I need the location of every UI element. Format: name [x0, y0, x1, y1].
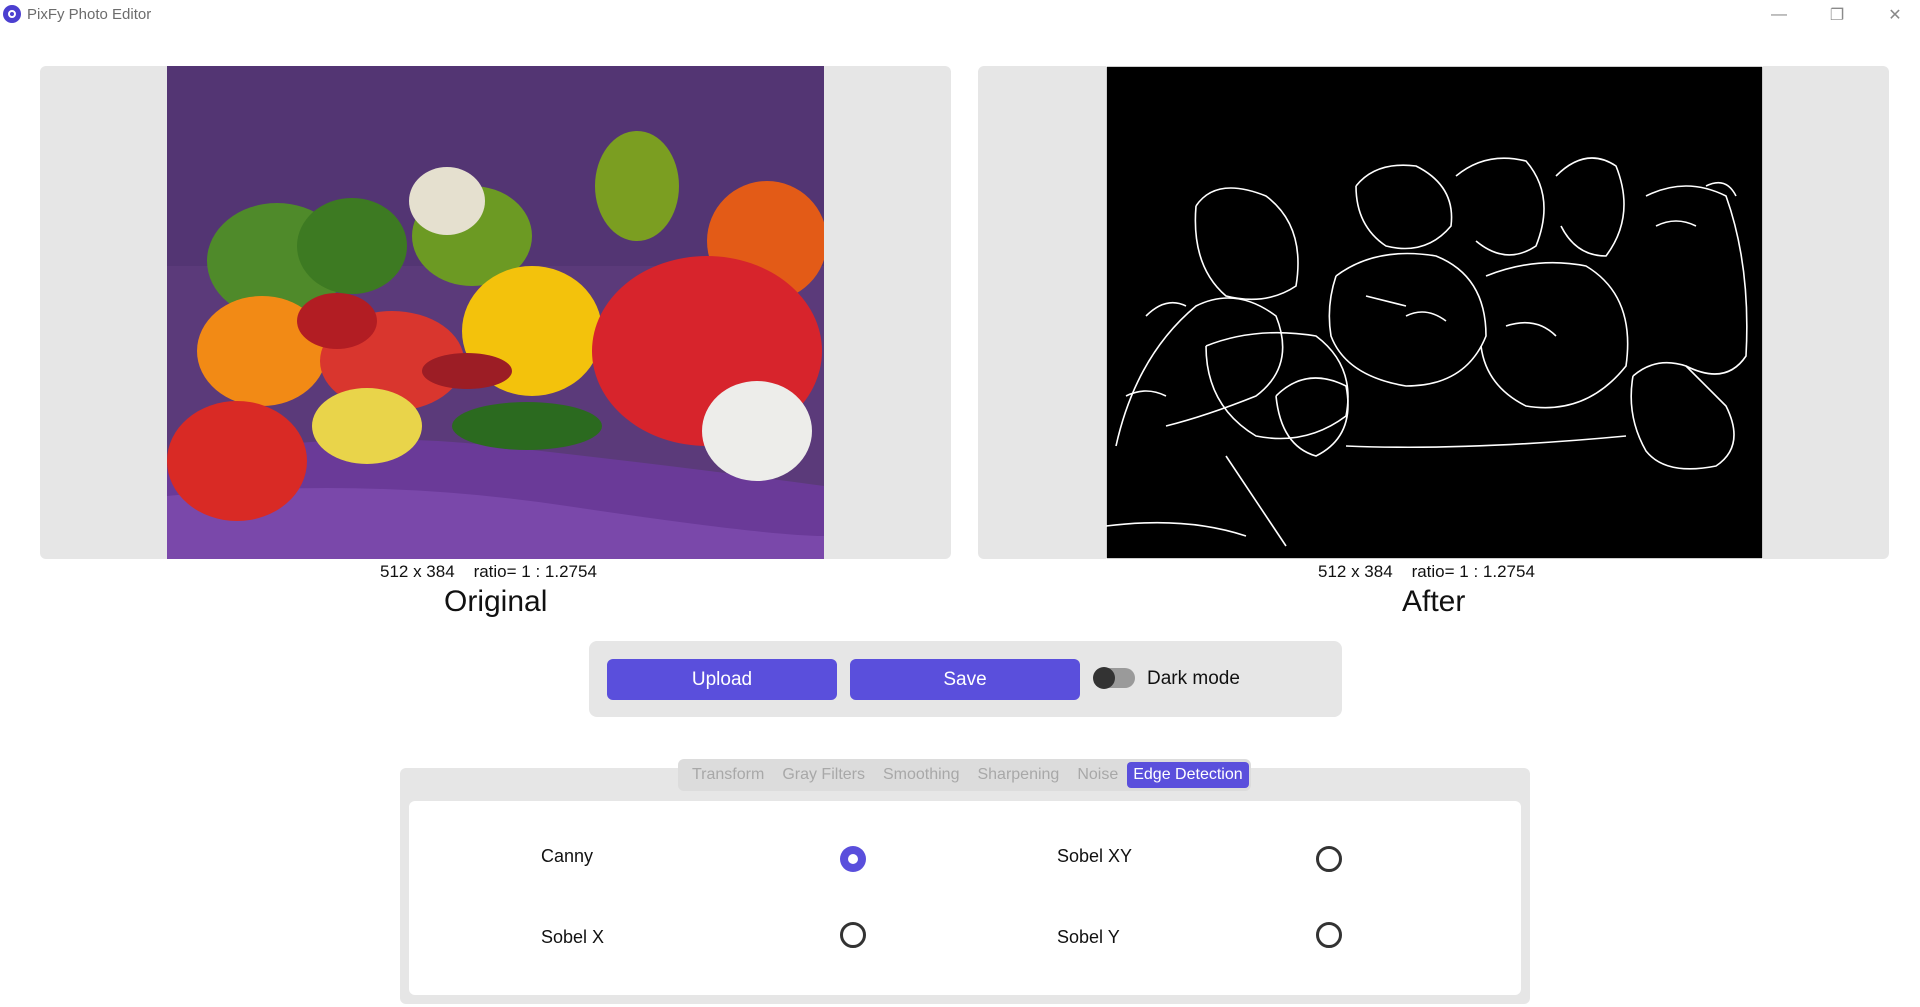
after-caption: After — [1402, 585, 1466, 618]
filter-tabs: Transform Gray Filters Smoothing Sharpen… — [678, 759, 1251, 791]
tab-edge-detection[interactable]: Edge Detection — [1127, 762, 1249, 788]
app-logo-icon — [3, 5, 21, 23]
original-image — [167, 66, 824, 559]
radio-sobel-y[interactable] — [1316, 922, 1342, 948]
after-image-info: 512 x 384 ratio= 1 : 1.2754 — [1318, 562, 1535, 581]
option-label-sobel-x: Sobel X — [541, 927, 605, 947]
tab-transform[interactable]: Transform — [683, 762, 773, 788]
option-label-sobel-xy: Sobel XY — [1057, 846, 1133, 866]
action-bar: Upload Save Dark mode — [589, 641, 1342, 717]
original-image-info: 512 x 384 ratio= 1 : 1.2754 — [380, 562, 597, 581]
toggle-knob — [1093, 667, 1115, 689]
tab-sharpening[interactable]: Sharpening — [968, 762, 1068, 788]
maximize-icon[interactable]: ❐ — [1814, 0, 1860, 30]
original-image-panel — [40, 66, 951, 559]
radio-sobel-xy[interactable] — [1316, 846, 1342, 872]
dark-mode-label: Dark mode — [1147, 668, 1240, 689]
radio-sobel-x[interactable] — [840, 922, 866, 948]
dark-mode-toggle[interactable] — [1093, 667, 1135, 689]
after-image — [1106, 66, 1763, 559]
after-image-panel — [978, 66, 1889, 559]
title-bar: PixFy Photo Editor — ❐ ✕ — [0, 0, 1920, 30]
tab-gray-filters[interactable]: Gray Filters — [773, 762, 874, 788]
original-caption: Original — [444, 585, 548, 618]
upload-button[interactable]: Upload — [607, 659, 837, 700]
option-label-sobel-y: Sobel Y — [1057, 927, 1120, 947]
minimize-icon[interactable]: — — [1756, 0, 1802, 30]
tab-noise[interactable]: Noise — [1068, 762, 1127, 788]
edge-detection-options: Canny Sobel XY Sobel X Sobel Y — [409, 801, 1521, 995]
option-label-canny: Canny — [541, 846, 594, 866]
save-button[interactable]: Save — [850, 659, 1080, 700]
radio-canny[interactable] — [840, 846, 866, 872]
tab-smoothing[interactable]: Smoothing — [874, 762, 969, 788]
close-icon[interactable]: ✕ — [1872, 0, 1918, 30]
window-title: PixFy Photo Editor — [27, 6, 152, 23]
